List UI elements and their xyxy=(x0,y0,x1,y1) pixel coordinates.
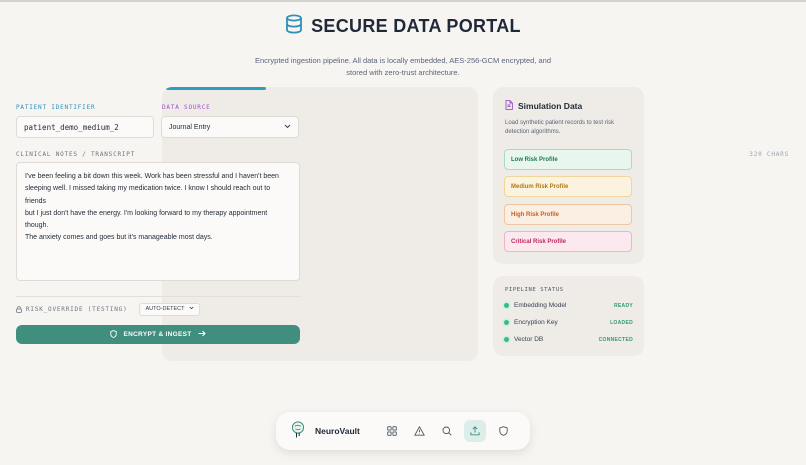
pipeline-status-card: PIPELINE STATUS Embedding Model READY En… xyxy=(493,276,644,356)
page-title: SECURE DATA PORTAL xyxy=(311,16,521,36)
pipeline-item-left: Encryption Key xyxy=(504,319,558,326)
lock-icon xyxy=(16,300,22,318)
simulation-data-card: Simulation Data Load synthetic patient r… xyxy=(493,87,644,264)
document-icon xyxy=(505,100,513,112)
status-dot xyxy=(504,320,509,325)
pipeline-item-name: Vector DB xyxy=(514,336,544,343)
critical-risk-profile-button[interactable]: Critical Risk Profile xyxy=(504,231,632,252)
pipeline-item-name: Encryption Key xyxy=(514,319,558,326)
risk-override-select[interactable]: AUTO-DETECT xyxy=(139,302,200,316)
progress-bar xyxy=(166,87,266,90)
page-subtitle: Encrypted ingestion pipeline. All data i… xyxy=(254,56,551,77)
low-risk-profile-button[interactable]: Low Risk Profile xyxy=(504,149,632,170)
simulation-title-row: Simulation Data xyxy=(505,100,582,112)
patient-identifier-value: patient_demo_medium_2 xyxy=(24,122,119,132)
pipeline-item-name: Embedding Model xyxy=(514,302,567,309)
title-row: SECURE DATA PORTAL xyxy=(0,14,806,39)
form-divider xyxy=(16,296,300,297)
simulation-description: Load synthetic patient records to test r… xyxy=(505,120,615,135)
brand[interactable]: NeuroVault xyxy=(290,421,360,441)
encrypt-ingest-label: ENCRYPT & INGEST xyxy=(123,331,192,338)
patient-identifier-input[interactable]: patient_demo_medium_2 xyxy=(16,116,154,138)
brand-name: NeuroVault xyxy=(315,426,360,436)
page-header: SECURE DATA PORTAL Encrypted ingestion p… xyxy=(0,14,806,79)
search-icon[interactable] xyxy=(437,421,457,441)
shield-icon[interactable] xyxy=(494,421,514,441)
chevron-down-icon xyxy=(189,306,194,312)
top-border xyxy=(0,0,806,2)
pipeline-item: Encryption Key LOADED xyxy=(504,319,633,326)
high-risk-profile-button[interactable]: High Risk Profile xyxy=(504,204,632,225)
clinical-notes-text: I've been feeling a bit down this week. … xyxy=(25,173,279,242)
patient-identifier-label: PATIENT IDENTIFIER xyxy=(16,104,96,111)
simulation-title: Simulation Data xyxy=(518,101,583,111)
medium-risk-profile-button[interactable]: Medium Risk Profile xyxy=(504,176,632,197)
bottom-nav: NeuroVault xyxy=(276,412,530,450)
char-count: 320 CHARS xyxy=(749,151,789,158)
risk-override-value: AUTO-DETECT xyxy=(145,306,185,312)
risk-override-label: RISK_OVERRIDE (TESTING) xyxy=(26,305,128,313)
shield-icon xyxy=(110,329,118,340)
encrypt-ingest-button[interactable]: ENCRYPT & INGEST xyxy=(16,325,300,344)
data-source-label: DATA SOURCE xyxy=(162,104,211,111)
pipeline-item-left: Vector DB xyxy=(504,336,543,343)
pipeline-item: Embedding Model READY xyxy=(504,302,633,309)
pipeline-item-status: READY xyxy=(613,302,633,309)
pipeline-item-status: LOADED xyxy=(610,319,633,326)
clinical-notes-textarea[interactable]: I've been feeling a bit down this week. … xyxy=(16,162,300,281)
pipeline-item: Vector DB CONNECTED xyxy=(504,336,633,343)
pipeline-status-title: PIPELINE STATUS xyxy=(505,287,564,293)
data-source-select[interactable]: Journal Entry xyxy=(161,116,299,138)
alert-icon[interactable] xyxy=(409,421,429,441)
clinical-notes-label: CLINICAL NOTES / TRANSCRIPT xyxy=(16,151,136,158)
risk-override-row: RISK_OVERRIDE (TESTING) AUTO-DETECT xyxy=(16,300,200,318)
upload-icon[interactable] xyxy=(464,420,487,442)
dashboard-icon[interactable] xyxy=(382,421,402,441)
arrow-right-icon xyxy=(198,330,206,339)
pipeline-item-status: CONNECTED xyxy=(598,336,633,343)
chevron-down-icon xyxy=(284,124,291,131)
status-dot xyxy=(504,303,509,308)
pipeline-item-left: Embedding Model xyxy=(504,302,566,309)
brain-logo-icon xyxy=(290,421,306,441)
data-source-value: Journal Entry xyxy=(169,123,211,131)
database-icon xyxy=(285,14,303,39)
status-dot xyxy=(504,337,509,342)
